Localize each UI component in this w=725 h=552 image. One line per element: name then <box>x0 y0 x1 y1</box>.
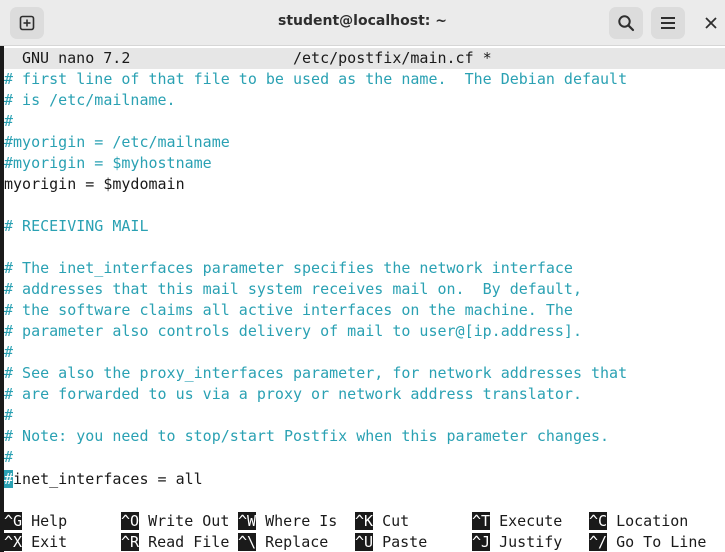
editor-line[interactable]: # <box>4 447 725 468</box>
shortcut-label: Paste <box>373 533 428 551</box>
text-cursor: # <box>4 470 14 488</box>
editor-line[interactable]: #myorigin = /etc/mailname <box>4 132 725 153</box>
shortcut-label: Exit <box>22 533 68 551</box>
shortcut-key: ^O <box>121 512 140 530</box>
editor-line[interactable]: # See also the proxy_interfaces paramete… <box>4 363 725 384</box>
shortcut-key: ^R <box>121 533 140 551</box>
editor-line[interactable]: # <box>4 342 725 363</box>
shortcut-key: ^/ <box>589 533 608 551</box>
shortcut-key: ^\ <box>238 533 257 551</box>
shortcut-label: Where Is <box>256 512 338 530</box>
nano-header-bar: GNU nano 7.2 /etc/postfix/main.cf * <box>4 48 725 69</box>
cursor-line[interactable]: #inet_interfaces = all <box>4 469 725 490</box>
shortcut-label: Go To Line <box>607 533 707 551</box>
shortcut-key: ^U <box>355 533 374 551</box>
editor-line[interactable]: # are forwarded to us via a proxy or net… <box>4 384 725 405</box>
editor-line[interactable]: # The inet_interfaces parameter specifie… <box>4 258 725 279</box>
terminal-area[interactable]: GNU nano 7.2 /etc/postfix/main.cf * # fi… <box>0 46 725 552</box>
close-button[interactable] <box>697 7 725 39</box>
editor-line[interactable]: # <box>4 405 725 426</box>
shortcut-row2-3: ^\ Replace <box>238 532 328 552</box>
shortcut-key: ^J <box>472 533 491 551</box>
shortcut-label: Justify <box>490 533 563 551</box>
editor-line[interactable]: # addresses that this mail system receiv… <box>4 279 725 300</box>
shortcut-row1-3: ^W Where Is <box>238 511 337 532</box>
shortcut-row2-2: ^R Read File <box>121 532 229 552</box>
shortcut-row2-5: ^J Justify <box>472 532 562 552</box>
editor-line[interactable]: # RECEIVING MAIL <box>4 216 725 237</box>
hamburger-menu-icon <box>661 17 675 29</box>
editor-line[interactable]: # parameter also controls delivery of ma… <box>4 321 725 342</box>
shortcut-row1-4: ^K Cut <box>355 511 409 532</box>
close-icon <box>705 17 717 29</box>
shortcut-row1-6: ^C Location <box>589 511 688 532</box>
window-titlebar: student@localhost: ~ <box>0 0 725 46</box>
shortcut-row1-1: ^G Help <box>4 511 67 532</box>
editor-line[interactable]: # Note: you need to stop/start Postfix w… <box>4 426 725 447</box>
shortcut-row2-4: ^U Paste <box>355 532 427 552</box>
shortcut-label: Cut <box>373 512 410 530</box>
shortcut-label: Execute <box>490 512 563 530</box>
search-button[interactable] <box>609 7 643 39</box>
editor-line[interactable]: # first line of that file to be used as … <box>4 69 725 90</box>
editor-line[interactable]: #myorigin = $myhostname <box>4 153 725 174</box>
nano-file-title: /etc/postfix/main.cf * <box>293 49 492 67</box>
shortcut-key: ^T <box>472 512 491 530</box>
shortcut-key: ^C <box>589 512 608 530</box>
shortcut-label: Write Out <box>139 512 230 530</box>
search-icon <box>618 15 635 32</box>
shortcut-label: Replace <box>256 533 329 551</box>
editor-line[interactable]: # is /etc/mailname. <box>4 90 725 111</box>
shortcut-row2-6: ^/ Go To Line <box>589 532 706 552</box>
editor-line[interactable] <box>4 237 725 258</box>
shortcut-key: ^K <box>355 512 374 530</box>
editor-line[interactable]: # the software claims all active interfa… <box>4 300 725 321</box>
menu-button[interactable] <box>651 7 685 39</box>
shortcut-label: Help <box>22 512 68 530</box>
shortcut-row1-5: ^T Execute <box>472 511 562 532</box>
editor-line[interactable] <box>4 195 725 216</box>
shortcut-label: Location <box>607 512 689 530</box>
shortcut-key: ^X <box>4 533 23 551</box>
shortcut-row1-2: ^O Write Out <box>121 511 229 532</box>
editor-line[interactable]: # <box>4 111 725 132</box>
shortcut-row2-1: ^X Exit <box>4 532 67 552</box>
shortcut-label: Read File <box>139 533 230 551</box>
nano-version: GNU nano 7.2 <box>22 49 131 67</box>
cursor-line-text: inet_interfaces = all <box>13 470 203 488</box>
shortcut-key: ^W <box>238 512 257 530</box>
editor-line[interactable]: myorigin = $mydomain <box>4 174 725 195</box>
shortcut-key: ^G <box>4 512 23 530</box>
